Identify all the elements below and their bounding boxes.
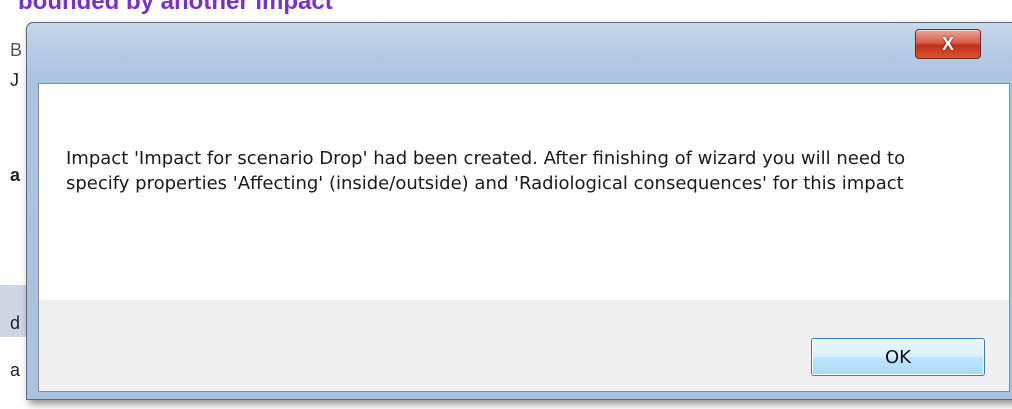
ok-button-label: OK xyxy=(885,346,911,368)
dialog-titlebar[interactable]: X xyxy=(27,23,1012,79)
dialog-button-bar: OK xyxy=(39,300,1009,391)
message-area: Impact 'Impact for scenario Drop' had be… xyxy=(39,84,1009,300)
dialog-message: Impact 'Impact for scenario Drop' had be… xyxy=(66,148,906,194)
close-button[interactable]: X xyxy=(915,29,981,59)
background-heading: bounded by another impact xyxy=(18,0,333,15)
ok-button[interactable]: OK xyxy=(811,338,985,376)
close-icon: X xyxy=(941,33,954,54)
message-dialog: X Impact 'Impact for scenario Drop' had … xyxy=(26,22,1012,400)
dialog-client-area: Impact 'Impact for scenario Drop' had be… xyxy=(38,83,1010,392)
